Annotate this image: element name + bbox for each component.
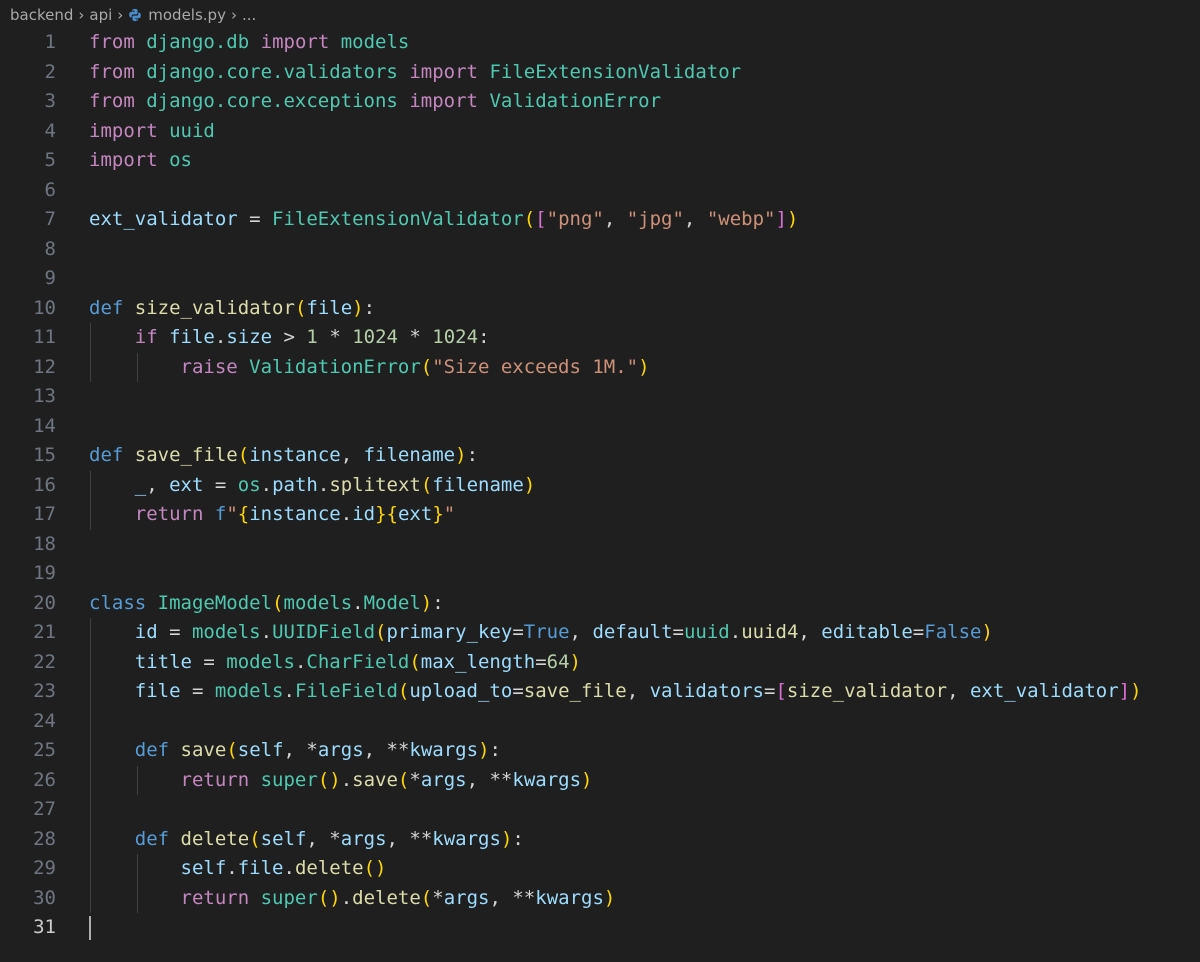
line-number: 19 xyxy=(33,562,56,584)
indent-guide xyxy=(90,795,91,825)
line-number: 24 xyxy=(33,709,56,732)
breadcrumb-item-api[interactable]: api xyxy=(89,6,112,24)
breadcrumb-file-label: models.py xyxy=(148,6,226,24)
code-line[interactable]: 17 return f"{instance.id}{ext}" xyxy=(0,500,1200,530)
code-text: from django.db import models xyxy=(89,31,410,53)
line-number: 5 xyxy=(44,149,56,171)
code-text: ext_validator = FileExtensionValidator([… xyxy=(89,208,799,230)
code-text: def save_file(instance, filename): xyxy=(89,444,479,466)
code-text: _, ext = os.path.splitext(filename) xyxy=(134,473,536,496)
code-text: raise ValidationError("Size exceeds 1M."… xyxy=(180,355,650,378)
line-number: 29 xyxy=(33,857,56,879)
line-number: 26 xyxy=(33,768,56,791)
line-number: 21 xyxy=(33,621,56,643)
code-line[interactable]: 2 from django.core.validators import File… xyxy=(0,58,1200,88)
line-number: 14 xyxy=(33,414,56,437)
code-line[interactable]: 19 xyxy=(0,559,1200,589)
code-line[interactable]: 11 if file.size > 1 * 1024 * 1024: xyxy=(0,323,1200,353)
line-number: 12 xyxy=(33,355,56,378)
code-line[interactable]: 21 id = models.UUIDField(primary_key=Tru… xyxy=(0,618,1200,648)
line-number: 1 xyxy=(44,31,56,53)
line-number: 6 xyxy=(44,178,56,201)
code-text: id = models.UUIDField(primary_key=True, … xyxy=(134,621,993,643)
line-number: 3 xyxy=(44,90,56,112)
code-line[interactable]: 5 import os xyxy=(0,146,1200,176)
chevron-right-icon: › xyxy=(117,6,124,24)
breadcrumb-item-backend[interactable]: backend xyxy=(10,6,73,24)
breadcrumb-item-file[interactable]: models.py xyxy=(128,6,226,24)
line-number: 18 xyxy=(33,532,56,555)
line-number: 28 xyxy=(33,827,56,850)
code-line[interactable]: 23 file = models.FileField(upload_to=sav… xyxy=(0,677,1200,707)
line-number: 9 xyxy=(44,267,56,289)
code-line[interactable]: 25 def save(self, *args, **kwargs): xyxy=(0,736,1200,766)
breadcrumb-more[interactable]: ... xyxy=(242,6,256,24)
code-text: from django.core.exceptions import Valid… xyxy=(89,90,662,112)
line-number: 15 xyxy=(33,444,56,466)
code-line[interactable]: 16 _, ext = os.path.splitext(filename) xyxy=(0,470,1200,500)
code-line[interactable]: 6 xyxy=(0,176,1200,206)
line-number: 13 xyxy=(33,385,56,407)
text-cursor xyxy=(89,916,91,940)
line-number: 22 xyxy=(33,650,56,673)
code-editor[interactable]: backend › api › models.py › ... 1 from dj… xyxy=(0,0,1200,962)
chevron-right-icon: › xyxy=(230,6,237,24)
code-line[interactable]: 8 xyxy=(0,235,1200,265)
line-number: 27 xyxy=(33,798,56,820)
code-line[interactable]: 18 xyxy=(0,530,1200,560)
indent-guide xyxy=(90,706,91,736)
code-text: return f"{instance.id}{ext}" xyxy=(134,503,456,525)
code-line[interactable]: 1 from django.db import models xyxy=(0,28,1200,58)
code-line[interactable]: 31 xyxy=(0,913,1200,943)
code-line[interactable]: 15 def save_file(instance, filename): xyxy=(0,441,1200,471)
code-lines[interactable]: 1 from django.db import models 2 from djang… xyxy=(0,28,1200,943)
code-line[interactable]: 10 def size_validator(file): xyxy=(0,294,1200,324)
code-line[interactable]: 4 import uuid xyxy=(0,117,1200,147)
python-file-icon xyxy=(129,8,142,22)
line-number: 4 xyxy=(44,119,56,142)
code-text: if file.size > 1 * 1024 * 1024: xyxy=(134,326,490,348)
code-text: def save(self, *args, **kwargs): xyxy=(134,739,501,761)
line-number: 31 xyxy=(33,916,56,938)
line-number: 11 xyxy=(33,326,56,348)
line-number: 25 xyxy=(33,739,56,761)
code-text: class ImageModel(models.Model): xyxy=(89,591,444,614)
line-number: 17 xyxy=(33,503,56,525)
line-number: 20 xyxy=(33,591,56,614)
code-line[interactable]: 27 xyxy=(0,795,1200,825)
code-line[interactable]: 9 xyxy=(0,264,1200,294)
code-line[interactable]: 28 def delete(self, *args, **kwargs): xyxy=(0,824,1200,854)
code-line[interactable]: 24 xyxy=(0,706,1200,736)
line-number: 10 xyxy=(33,296,56,319)
code-text: file = models.FileField(upload_to=save_f… xyxy=(134,680,1142,702)
line-number: 23 xyxy=(33,680,56,702)
code-text: return super().delete(*args, **kwargs) xyxy=(180,886,616,909)
line-number: 2 xyxy=(44,60,56,83)
code-text: self.file.delete() xyxy=(180,857,387,879)
code-line[interactable]: 7 ext_validator = FileExtensionValidator(… xyxy=(0,205,1200,235)
code-line[interactable]: 14 xyxy=(0,412,1200,442)
code-text: import os xyxy=(89,149,192,171)
code-line[interactable]: 13 xyxy=(0,382,1200,412)
line-number: 8 xyxy=(44,237,56,260)
code-line[interactable]: 29 self.file.delete() xyxy=(0,854,1200,884)
line-number: 30 xyxy=(33,886,56,909)
line-number: 7 xyxy=(44,208,56,230)
breadcrumb: backend › api › models.py › ... xyxy=(0,0,1200,30)
line-number: 16 xyxy=(33,473,56,496)
code-text: title = models.CharField(max_length=64) xyxy=(134,650,581,673)
code-text: import uuid xyxy=(89,119,215,142)
code-line[interactable]: 30 return super().delete(*args, **kwargs… xyxy=(0,883,1200,913)
code-text: def delete(self, *args, **kwargs): xyxy=(134,827,524,850)
code-text: from django.core.validators import FileE… xyxy=(89,60,742,83)
code-line[interactable]: 12 raise ValidationError("Size exceeds 1… xyxy=(0,352,1200,382)
chevron-right-icon: › xyxy=(78,6,85,24)
code-line[interactable]: 20 class ImageModel(models.Model): xyxy=(0,589,1200,619)
code-text: return super().save(*args, **kwargs) xyxy=(180,768,593,791)
code-line[interactable]: 26 return super().save(*args, **kwargs) xyxy=(0,765,1200,795)
code-line[interactable]: 22 title = models.CharField(max_length=6… xyxy=(0,647,1200,677)
code-line[interactable]: 3 from django.core.exceptions import Vali… xyxy=(0,87,1200,117)
code-text: def size_validator(file): xyxy=(89,296,376,319)
